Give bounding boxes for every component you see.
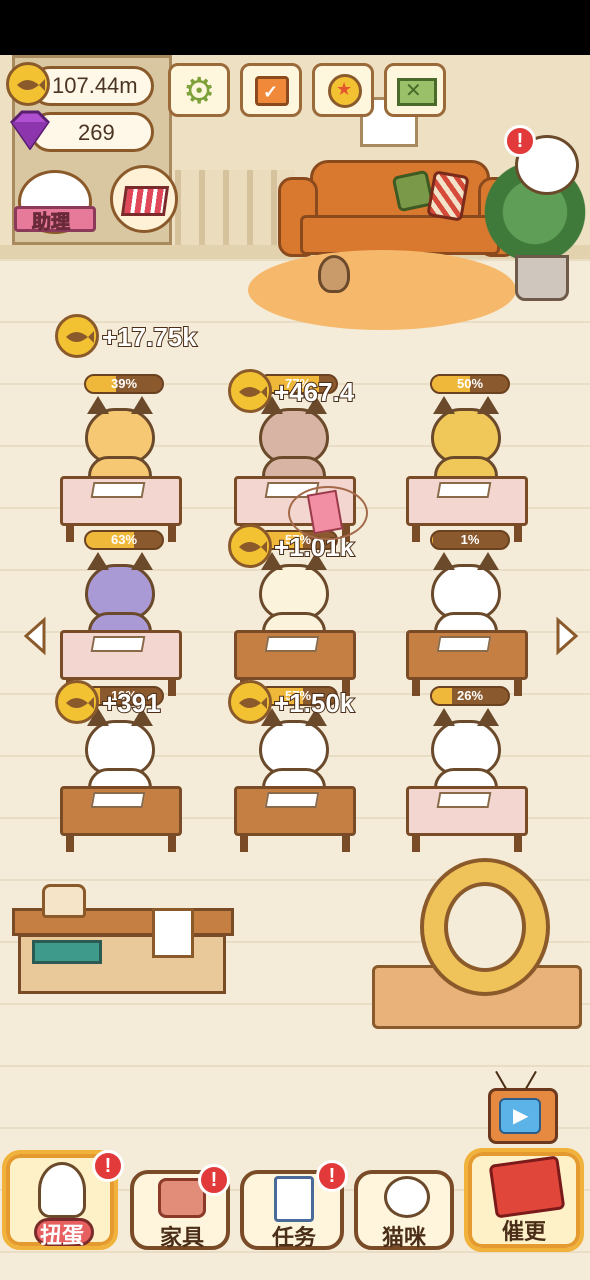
wooden-fence (175, 170, 295, 245)
desk-progress-bar: 26% (430, 686, 510, 706)
page-left-arrow[interactable] (20, 616, 50, 656)
fish-cans (32, 940, 102, 964)
mail-button[interactable]: ✕ (384, 63, 446, 117)
desk-leg (66, 524, 74, 542)
paper-sheet (436, 792, 492, 808)
cats-label: 猫咪 (382, 1225, 427, 1250)
urge-update-label: 催更 (502, 1219, 547, 1244)
settings-button[interactable]: ⚙ (168, 63, 230, 117)
earn-coin-icon (228, 680, 272, 724)
cat-alert-badge: ! (504, 125, 536, 157)
desk-progress-bar: 50% (430, 374, 510, 394)
desk-progress-bar: 1% (430, 530, 510, 550)
gem-icon (6, 110, 54, 151)
desk-7-earnings: +391 (101, 687, 162, 719)
desk-leg (342, 834, 350, 852)
achievements-button[interactable]: ★ (312, 63, 374, 117)
gacha-alert-badge: ! (92, 1150, 124, 1182)
earnings-total-popup: +17.75k (101, 321, 198, 353)
gear-icon: ⚙ (183, 70, 216, 111)
progress-percent: 50% (456, 376, 484, 391)
earn-coin-icon (228, 524, 272, 568)
desk-leg (240, 834, 248, 852)
progress-percent: 63% (110, 532, 138, 547)
cat-ear (433, 396, 455, 414)
lucky-cat-icon (38, 1162, 86, 1218)
progress-percent: 26% (456, 688, 484, 703)
desk-leg (168, 678, 176, 696)
gacha-label: 扭蛋 (40, 1223, 85, 1248)
fish-coin-value: 107.44m (52, 73, 138, 98)
watch-ad-tv[interactable]: ▶ (488, 1088, 558, 1144)
furniture-label: 家具 (160, 1225, 205, 1250)
fish-coin-icon (6, 62, 50, 106)
cat-ear (131, 552, 153, 570)
furniture-alert-badge: ! (198, 1164, 230, 1196)
play-icon: ▶ (513, 1105, 529, 1127)
progress-percent: 39% (110, 376, 138, 391)
checkmark-icon: ✓ (263, 82, 279, 102)
earn-coin-icon (55, 314, 99, 358)
paper-sheet (90, 792, 146, 808)
urge-update-button[interactable]: 催更 (464, 1148, 584, 1252)
desk-leg (412, 678, 420, 696)
calendar-button[interactable]: ✓ (240, 63, 302, 117)
desk-progress-bar: 39% (84, 374, 164, 394)
gem-value: 269 (78, 120, 115, 145)
earn-coin-icon (228, 369, 272, 413)
desk-leg (66, 834, 74, 852)
cat-wheel[interactable] (420, 858, 550, 996)
cat-face-icon (384, 1176, 430, 1218)
tasks-label: 任务 (272, 1225, 317, 1250)
paper-sheet (436, 636, 492, 652)
cat-food-bag[interactable] (152, 908, 194, 958)
treat-jar[interactable] (42, 884, 86, 918)
desk-leg (168, 524, 176, 542)
cat-ear (131, 396, 153, 414)
sofa-seat (300, 215, 500, 255)
desk-leg (168, 834, 176, 852)
cat-ear (433, 708, 455, 726)
cat-ear (433, 552, 455, 570)
desk-leg (514, 678, 522, 696)
tasks-alert-badge: ! (316, 1160, 348, 1192)
game-screen: 107.44m 269 ⚙ ✓ ★ ✕ 助理 ! +17.75k 39% 77% 5… (0, 0, 590, 1280)
page-right-arrow[interactable] (552, 616, 582, 656)
cat-ear (87, 552, 109, 570)
earn-coin-icon (55, 680, 99, 724)
paper-sheet (90, 482, 146, 498)
envelope-flap-icon: ✕ (405, 80, 422, 102)
desk-leg (514, 524, 522, 542)
paper-sheet (264, 636, 320, 652)
paper-sheet (90, 636, 146, 652)
rug (248, 250, 516, 330)
cat-ear (477, 396, 499, 414)
shop-cart-button[interactable] (110, 165, 178, 233)
cats-button[interactable]: 猫咪 (354, 1170, 454, 1250)
desk-progress-bar: 63% (84, 530, 164, 550)
teddy-bear[interactable] (318, 255, 350, 293)
plant-pot (515, 255, 569, 301)
paper-sheet (436, 482, 492, 498)
shopping-cart-icon (120, 186, 170, 216)
cat-ear (477, 708, 499, 726)
desk-leg (514, 834, 522, 852)
book-pencil-icon (488, 1155, 566, 1219)
assistant-label: 助理 (31, 212, 71, 234)
star-icon: ★ (336, 79, 353, 99)
cat-ear (87, 396, 109, 414)
progress-percent: 1% (460, 532, 480, 547)
desk-2-earnings: +467.4 (273, 376, 355, 408)
cat-ear (477, 552, 499, 570)
cat-wheel-inner (444, 882, 526, 972)
paper-sheet (264, 792, 320, 808)
desk-leg (412, 524, 420, 542)
desk-8-earnings: +1.50k (273, 687, 355, 719)
desk-leg (412, 834, 420, 852)
clipboard-icon (274, 1176, 314, 1222)
